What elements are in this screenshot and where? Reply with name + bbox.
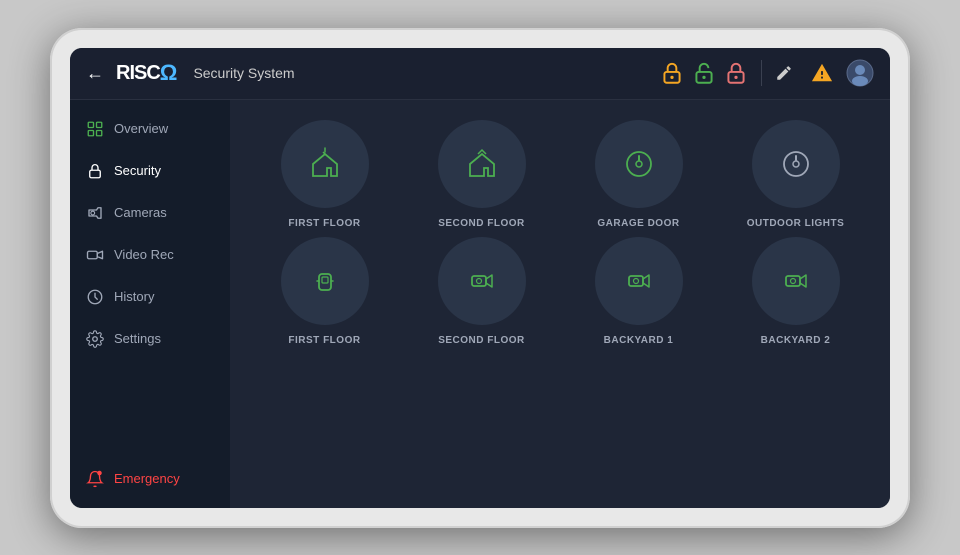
lock-icon-3[interactable]: [723, 60, 749, 86]
content-area: FIRST FLOOR SECOND FLOOR: [230, 100, 890, 508]
grid-row-1: FIRST FLOOR SECOND FLOOR: [254, 120, 866, 229]
sidebar: Overview Security Cameras: [70, 100, 230, 508]
grid-label-second-floor: SECOND FLOOR: [438, 218, 525, 229]
sidebar-item-emergency[interactable]: Emergency: [70, 458, 230, 500]
logo-text: RISC: [116, 62, 160, 85]
lock-icon-group: [659, 60, 762, 86]
grid-label-second-floor-cam: SECOND FLOOR: [438, 335, 525, 346]
grid-item-first-floor-cam[interactable]: FIRST FLOOR: [254, 237, 395, 346]
lock-icon-2[interactable]: [691, 60, 717, 86]
sidebar-label-history: History: [114, 289, 154, 304]
grid-label-outdoor-lights: OUTDOOR LIGHTS: [747, 218, 845, 229]
grid-circle-second-floor[interactable]: [438, 120, 526, 208]
warning-button[interactable]: [808, 59, 836, 87]
grid-circle-first-floor[interactable]: [281, 120, 369, 208]
sidebar-label-settings: Settings: [114, 331, 161, 346]
grid-label-first-floor-cam: FIRST FLOOR: [288, 335, 360, 346]
grid-circle-garage-door[interactable]: [595, 120, 683, 208]
edit-button[interactable]: [770, 59, 798, 87]
sidebar-label-cameras: Cameras: [114, 205, 167, 220]
grid-item-backyard1[interactable]: BACKYARD 1: [568, 237, 709, 346]
sidebar-item-history[interactable]: History: [70, 276, 230, 318]
grid-label-backyard2: BACKYARD 2: [761, 335, 831, 346]
sidebar-item-settings[interactable]: Settings: [70, 318, 230, 360]
page-title: Security System: [193, 65, 294, 81]
grid-circle-backyard2[interactable]: [752, 237, 840, 325]
grid-row-2: FIRST FLOOR SECOND FLOOR: [254, 237, 866, 346]
sidebar-item-overview[interactable]: Overview: [70, 108, 230, 150]
grid-item-second-floor-cam[interactable]: SECOND FLOOR: [411, 237, 552, 346]
grid-item-first-floor[interactable]: FIRST FLOOR: [254, 120, 395, 229]
sidebar-item-cameras[interactable]: Cameras: [70, 192, 230, 234]
tablet: ← RISC Ω Security System: [50, 28, 910, 528]
grid-circle-backyard1[interactable]: [595, 237, 683, 325]
grid-circle-outdoor-lights[interactable]: [752, 120, 840, 208]
grid-label-garage-door: GARAGE DOOR: [597, 218, 679, 229]
header-actions: [770, 59, 874, 87]
header: ← RISC Ω Security System: [70, 48, 890, 100]
grid-item-garage-door[interactable]: GARAGE DOOR: [568, 120, 709, 229]
sidebar-item-video-rec[interactable]: Video Rec: [70, 234, 230, 276]
logo-accent: Ω: [160, 60, 178, 86]
main-layout: Overview Security Cameras: [70, 100, 890, 508]
grid-item-second-floor[interactable]: SECOND FLOOR: [411, 120, 552, 229]
back-button[interactable]: ←: [86, 63, 104, 84]
avatar-button[interactable]: [846, 59, 874, 87]
grid-label-backyard1: BACKYARD 1: [604, 335, 674, 346]
lock-icon-1[interactable]: [659, 60, 685, 86]
grid-item-backyard2[interactable]: BACKYARD 2: [725, 237, 866, 346]
logo: RISC Ω: [116, 60, 177, 86]
grid-circle-first-floor-cam[interactable]: [281, 237, 369, 325]
sidebar-label-video-rec: Video Rec: [114, 247, 174, 262]
grid-label-first-floor: FIRST FLOOR: [288, 218, 360, 229]
sidebar-label-overview: Overview: [114, 121, 168, 136]
grid-item-outdoor-lights[interactable]: OUTDOOR LIGHTS: [725, 120, 866, 229]
sidebar-label-security: Security: [114, 163, 161, 178]
grid-circle-second-floor-cam[interactable]: [438, 237, 526, 325]
tablet-screen: ← RISC Ω Security System: [70, 48, 890, 508]
sidebar-item-security[interactable]: Security: [70, 150, 230, 192]
sidebar-label-emergency: Emergency: [114, 471, 180, 486]
